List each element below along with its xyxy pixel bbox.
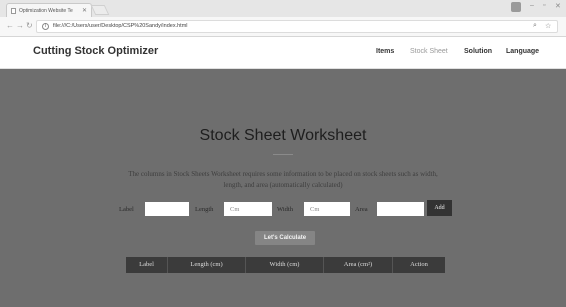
new-tab-button[interactable] bbox=[90, 5, 110, 15]
width-field-label: Width bbox=[277, 206, 293, 213]
title-divider bbox=[273, 154, 293, 155]
address-bar[interactable]: i file:///C:/Users/user/Desktop/CSP%20Sa… bbox=[36, 20, 558, 33]
browser-tab[interactable]: Optimization Website Te ✕ bbox=[6, 3, 92, 17]
browser-tab-bar: Optimization Website Te ✕ – ▫ ✕ bbox=[0, 0, 566, 17]
stock-sheet-table-header: Label Length (cm) Width (cm) Area (cm²) … bbox=[126, 257, 445, 273]
nav-link-language[interactable]: Language bbox=[506, 48, 539, 55]
calculate-button[interactable]: Let's Calculate bbox=[255, 231, 315, 245]
column-header-area: Area (cm²) bbox=[324, 257, 393, 273]
close-tab-icon[interactable]: ✕ bbox=[82, 7, 87, 14]
nav-link-stock-sheet[interactable]: Stock Sheet bbox=[410, 48, 448, 55]
section-title: Stock Sheet Worksheet bbox=[199, 127, 367, 144]
profile-icon[interactable] bbox=[511, 2, 521, 12]
nav-link-items[interactable]: Items bbox=[376, 48, 394, 55]
length-input[interactable] bbox=[224, 202, 272, 216]
stock-sheet-section: Stock Sheet Worksheet The columns in Sto… bbox=[0, 69, 566, 307]
column-header-label: Label bbox=[126, 257, 168, 273]
zoom-icon[interactable]: ⌕ bbox=[533, 22, 537, 30]
length-field-label: Length bbox=[195, 206, 214, 213]
tab-title: Optimization Website Te bbox=[19, 8, 73, 14]
area-input[interactable] bbox=[377, 202, 424, 216]
info-icon[interactable]: i bbox=[42, 23, 49, 30]
page-icon bbox=[11, 8, 16, 14]
browser-toolbar: ← → ↻ i file:///C:/Users/user/Desktop/CS… bbox=[0, 17, 566, 37]
url-text[interactable]: file:///C:/Users/user/Desktop/CSP%20Sand… bbox=[53, 23, 188, 29]
section-description: The columns in Stock Sheets Worksheet re… bbox=[128, 170, 438, 189]
site-navbar: Cutting Stock Optimizer Items Stock Shee… bbox=[0, 37, 566, 69]
maximize-icon[interactable]: ▫ bbox=[543, 2, 545, 9]
reload-icon[interactable]: ↻ bbox=[26, 21, 33, 30]
column-header-length: Length (cm) bbox=[168, 257, 246, 273]
close-window-icon[interactable]: ✕ bbox=[555, 2, 561, 10]
back-icon[interactable]: ← bbox=[6, 21, 14, 30]
area-field-label: Area bbox=[355, 206, 368, 213]
add-button[interactable]: Add bbox=[427, 200, 452, 216]
label-field-label: Label bbox=[119, 206, 134, 213]
width-input[interactable] bbox=[304, 202, 350, 216]
minimize-icon[interactable]: – bbox=[530, 2, 534, 9]
nav-link-solution[interactable]: Solution bbox=[464, 48, 492, 55]
label-input[interactable] bbox=[145, 202, 189, 216]
star-icon[interactable]: ☆ bbox=[545, 22, 551, 30]
column-header-width: Width (cm) bbox=[246, 257, 324, 273]
column-header-action: Action bbox=[410, 261, 428, 268]
forward-icon[interactable]: → bbox=[16, 21, 24, 30]
brand-title[interactable]: Cutting Stock Optimizer bbox=[33, 45, 158, 57]
